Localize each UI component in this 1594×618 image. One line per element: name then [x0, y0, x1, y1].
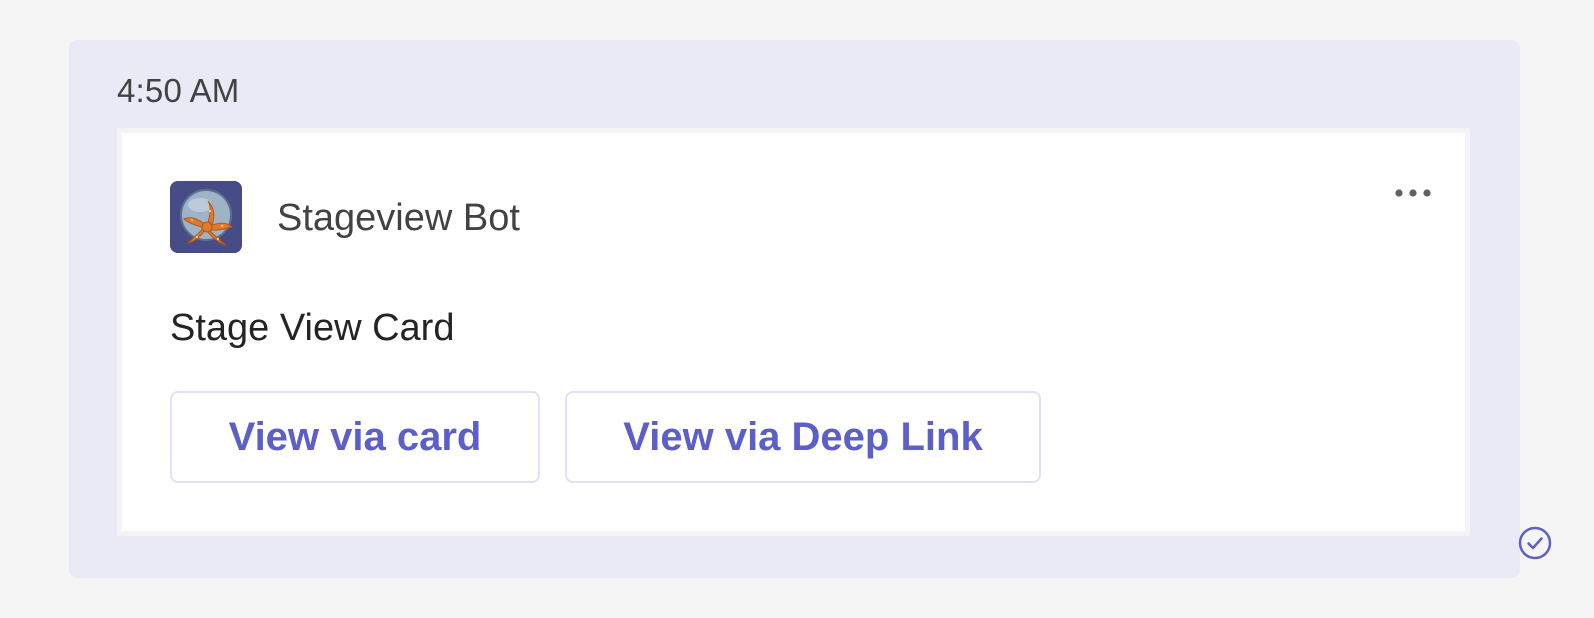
- message-bubble: 4:50 AM Stageview Bot Stage View Card Vi…: [69, 40, 1520, 578]
- adaptive-card: Stageview Bot Stage View Card View via c…: [117, 128, 1470, 536]
- more-horizontal-icon: [1395, 189, 1431, 197]
- sent-status: [1518, 526, 1552, 560]
- adaptive-card-body: Stageview Bot Stage View Card View via c…: [122, 133, 1465, 531]
- bot-avatar: [170, 181, 242, 253]
- starfish-avatar-icon: [170, 181, 242, 253]
- view-via-deep-link-button[interactable]: View via Deep Link: [565, 391, 1041, 483]
- view-via-card-button[interactable]: View via card: [170, 391, 540, 483]
- card-title: Stage View Card: [170, 307, 455, 349]
- bot-name: Stageview Bot: [277, 197, 520, 239]
- checkmark-circle-icon: [1518, 526, 1552, 560]
- message-timestamp: 4:50 AM: [117, 72, 240, 109]
- more-options-button[interactable]: [1385, 177, 1441, 209]
